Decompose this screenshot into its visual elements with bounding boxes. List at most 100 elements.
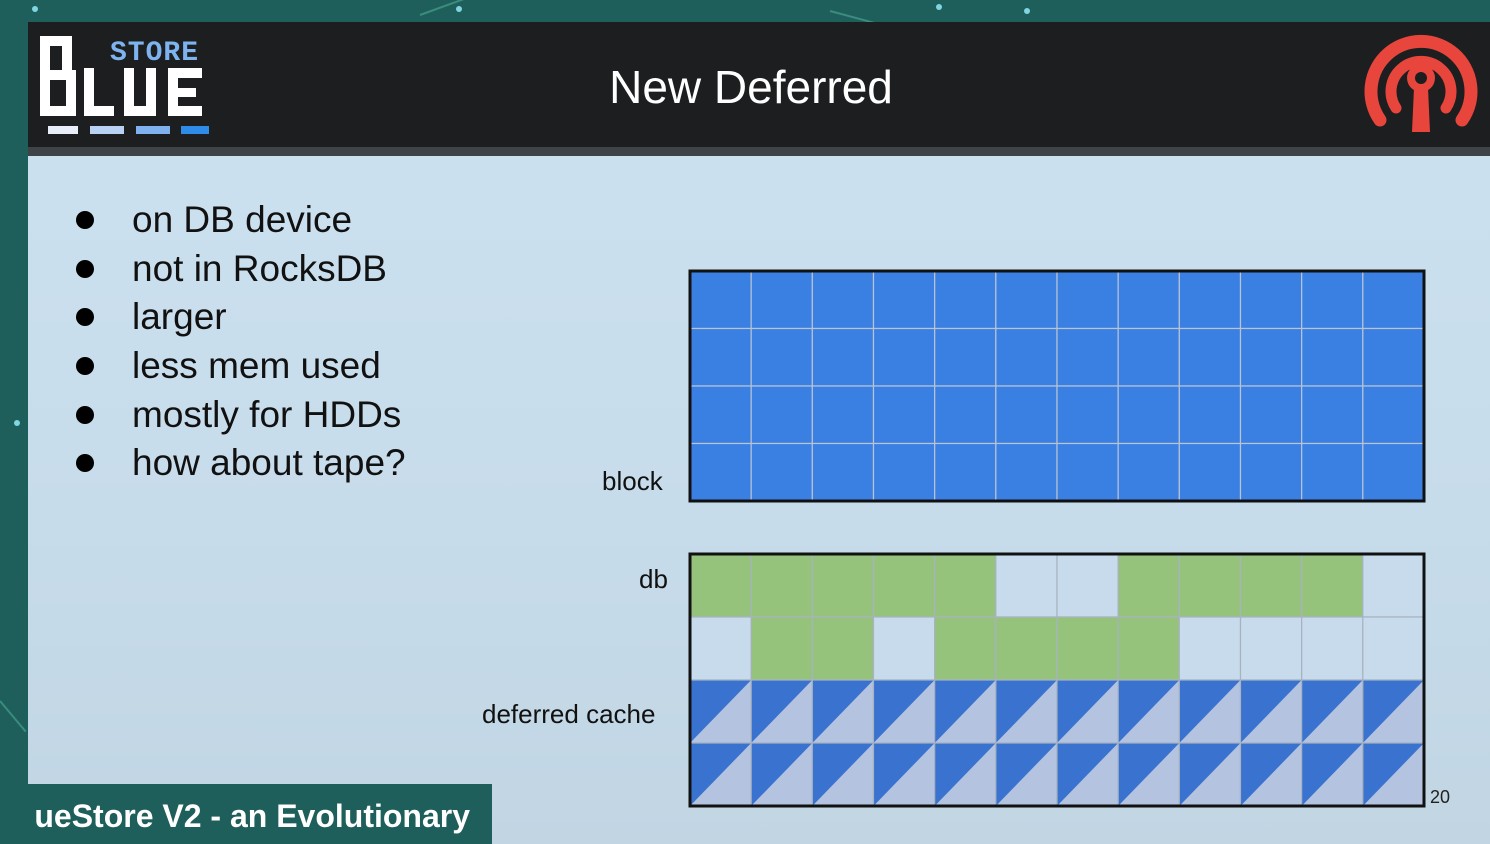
db-used-cell (1301, 553, 1364, 618)
bullet-item: not in RocksDB (72, 245, 406, 294)
deferred-cache-cell (995, 679, 1058, 744)
logo-bar (181, 126, 209, 134)
block-cell (1362, 327, 1425, 387)
block-cell (1056, 442, 1119, 502)
bullet-item: less mem used (72, 342, 406, 391)
deferred-cache-cell (1301, 679, 1364, 744)
background-line (0, 700, 27, 733)
bullet-list: on DB device not in RocksDB larger less … (72, 196, 406, 488)
block-cell (689, 385, 752, 445)
block-cell (1239, 385, 1303, 445)
block-cell (1178, 270, 1242, 330)
db-used-cell (1056, 616, 1119, 681)
block-cell (1056, 327, 1119, 387)
block-cell (1178, 327, 1242, 387)
deferred-cache-cell (689, 679, 752, 744)
background-dot (32, 6, 38, 12)
slide: STORE New Deferred on DB device not in R… (28, 22, 1490, 844)
deferred-cache-cell (1239, 679, 1303, 744)
background-dot (456, 6, 462, 12)
bullet-text: less mem used (132, 345, 381, 387)
db-used-cell (1178, 553, 1242, 618)
bullet-text: on DB device (132, 199, 353, 241)
logo-bar (48, 126, 78, 134)
bullet-item: mostly for HDDs (72, 390, 406, 439)
block-cell (1117, 327, 1180, 387)
block-cell (872, 442, 936, 502)
db-used-cell (811, 553, 875, 618)
block-cell (1362, 442, 1425, 502)
block-cell (934, 327, 997, 387)
block-cell (995, 327, 1058, 387)
block-cell (689, 327, 752, 387)
block-cell (750, 385, 813, 445)
block-cell (995, 385, 1058, 445)
db-free-cell (1362, 553, 1425, 618)
deferred-cache-cell (1362, 679, 1425, 744)
db-used-cell (689, 553, 752, 618)
block-cell (934, 442, 997, 502)
block-cell (1301, 270, 1364, 330)
deferred-cache-cell (1056, 679, 1119, 744)
deferred-cache-cell (995, 742, 1058, 807)
deferred-cache-label: deferred cache (482, 699, 656, 729)
deferred-cache-cell (750, 679, 813, 744)
deferred-cache-cell (1056, 742, 1119, 807)
block-cell (1117, 385, 1180, 445)
deferred-cache-cell (1178, 742, 1242, 807)
block-cell (934, 270, 997, 330)
db-free-cell (1178, 616, 1242, 681)
block-cell (1239, 442, 1303, 502)
deferred-cache-cell (872, 679, 936, 744)
footer-text: ueStore V2 - an Evolutionary (34, 798, 470, 834)
db-free-cell (995, 553, 1058, 618)
background-line (419, 0, 477, 16)
bullet-item: how about tape? (72, 439, 406, 488)
db-used-cell (934, 616, 997, 681)
block-cell (1301, 442, 1364, 502)
db-used-cell (811, 616, 875, 681)
header-divider (28, 147, 1490, 156)
logo-bar (90, 126, 124, 134)
block-label: block (602, 466, 663, 496)
deferred-cache-cell (872, 742, 936, 807)
block-cell (934, 385, 997, 445)
block-cell (1178, 385, 1242, 445)
block-cell (1239, 327, 1303, 387)
block-cell (1056, 385, 1119, 445)
bullet-icon (76, 454, 94, 473)
db-free-cell (872, 616, 936, 681)
block-cell (1362, 270, 1425, 330)
block-cell (811, 270, 875, 330)
block-cell (750, 327, 813, 387)
db-used-cell (995, 616, 1058, 681)
bullet-text: not in RocksDB (132, 247, 387, 289)
block-cell (995, 442, 1058, 502)
deferred-cache-cell (934, 679, 997, 744)
db-used-cell (872, 553, 936, 618)
block-cell (1239, 270, 1303, 330)
deferred-cache-cell (811, 679, 875, 744)
deferred-cache-cell (811, 742, 875, 807)
deferred-cache-cell (1178, 679, 1242, 744)
db-used-cell (750, 616, 813, 681)
db-free-cell (1362, 616, 1425, 681)
block-cell (811, 327, 875, 387)
block-cell (750, 270, 813, 330)
block-cell (872, 327, 936, 387)
block-cell (1301, 327, 1364, 387)
db-free-cell (1056, 553, 1119, 618)
logo-bar (136, 126, 170, 134)
block-cell (1117, 270, 1180, 330)
block-cell (1056, 270, 1119, 330)
slide-header: STORE New Deferred (28, 22, 1490, 147)
block-cell (872, 385, 936, 445)
deferred-cache-cell (1117, 679, 1180, 744)
block-cell (872, 270, 936, 330)
db-label: db (639, 564, 668, 594)
bullet-icon (76, 259, 94, 278)
deferred-cache-cell (1239, 742, 1303, 807)
background-dot (936, 4, 942, 10)
background-dot (14, 420, 20, 426)
bullet-icon (76, 357, 94, 376)
